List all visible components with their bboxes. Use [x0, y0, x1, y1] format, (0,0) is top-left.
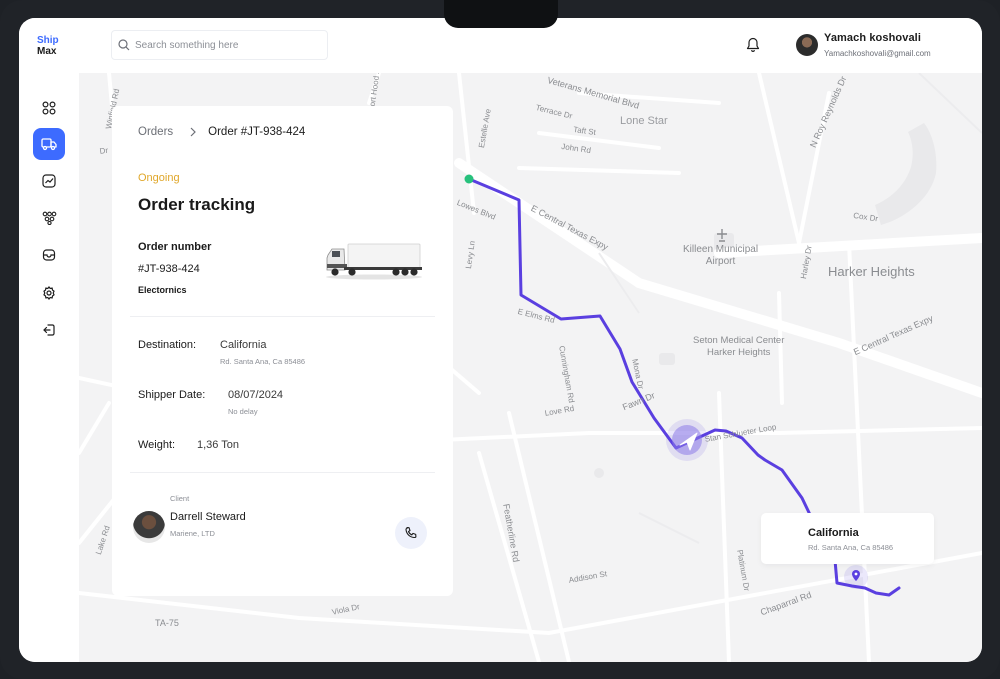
destination-label: Destination:	[138, 339, 197, 351]
sidebar-item-shipments[interactable]	[33, 128, 65, 160]
origin-marker	[464, 174, 474, 184]
call-client-button[interactable]	[395, 517, 427, 549]
map-label: Dr	[99, 145, 109, 156]
bell-icon[interactable]	[746, 37, 760, 53]
app-logo[interactable]: Ship Max	[37, 35, 59, 57]
user-email: Yamachkoshovali@gmail.com	[824, 49, 931, 58]
dashboard-icon	[42, 101, 56, 115]
sidebar-item-inventory[interactable]	[33, 239, 65, 271]
shipper-date-label: Shipper Date:	[138, 389, 206, 401]
shipper-date-note: No delay	[228, 407, 258, 416]
map-view[interactable]: Veterans Memorial Blvd Terrace Dr Taft S…	[79, 73, 982, 662]
map-label: TA-75	[155, 618, 179, 628]
camera-notch	[444, 0, 558, 28]
divider	[130, 316, 435, 317]
logo-line-1: Ship	[37, 35, 59, 46]
sidebar-item-analytics[interactable]	[33, 165, 65, 197]
search-icon	[118, 39, 130, 51]
app-screen: Ship Max Search something here Yamach ko…	[19, 18, 982, 662]
logo-line-2: Max	[37, 46, 57, 57]
sidebar-item-dashboard[interactable]	[33, 92, 65, 124]
network-icon	[42, 211, 56, 225]
map-label: Lone Star	[620, 115, 668, 127]
client-label: Client	[170, 494, 190, 503]
order-tracking-card: Orders Order #JT-938-424 Ongoing Order t…	[112, 106, 453, 596]
sidebar-item-logout[interactable]	[33, 314, 65, 346]
breadcrumb-orders[interactable]: Orders	[138, 126, 173, 138]
sidebar-item-network[interactable]	[33, 202, 65, 234]
destination-popup-address: Rd. Santa Ana, Ca 85486	[808, 543, 894, 552]
map-label: Seton Medical Center Harker Heights	[693, 335, 785, 358]
breadcrumb-current: Order #JT-938-424	[208, 126, 306, 138]
map-label: Killeen Municipal Airport	[683, 244, 759, 267]
search-box[interactable]: Search something here	[111, 30, 328, 60]
phone-icon	[405, 526, 417, 539]
logout-icon	[43, 324, 55, 336]
sidebar-item-settings[interactable]	[33, 277, 65, 309]
truck-icon	[41, 138, 57, 151]
destination-address: Rd. Santa Ana, Ca 85486	[220, 357, 306, 366]
chevron-right-icon	[190, 127, 197, 137]
device-frame: Ship Max Search something here Yamach ko…	[0, 0, 1000, 679]
chart-icon	[42, 174, 56, 188]
client-company: Mariene, LTD	[170, 529, 215, 538]
destination-value: California	[220, 339, 267, 351]
page-title: Order tracking	[138, 195, 256, 214]
destination-popup-name: California	[808, 527, 859, 539]
map-label: Harker Heights	[828, 264, 915, 279]
client-name: Darrell Steward	[170, 511, 246, 523]
weight-value: 1,36 Ton	[197, 439, 240, 451]
weight-label: Weight:	[138, 439, 176, 451]
order-category: Electornics	[138, 285, 187, 295]
user-avatar[interactable]	[796, 34, 818, 56]
client-avatar	[133, 511, 165, 543]
search-placeholder[interactable]: Search something here	[135, 40, 238, 51]
order-number: #JT-938-424	[138, 263, 200, 275]
destination-popup[interactable]: California Rd. Santa Ana, Ca 85486	[761, 513, 934, 564]
gear-icon	[43, 286, 55, 300]
shipper-date-value: 08/07/2024	[228, 389, 284, 401]
divider	[130, 472, 435, 473]
breadcrumb: Orders Order #JT-938-424	[138, 126, 305, 138]
sidebar	[19, 73, 79, 662]
user-name[interactable]: Yamach koshovali	[824, 32, 921, 44]
truck-image	[326, 243, 422, 280]
status-badge: Ongoing	[138, 172, 180, 184]
order-number-label: Order number	[138, 241, 212, 253]
box-icon	[42, 249, 56, 261]
